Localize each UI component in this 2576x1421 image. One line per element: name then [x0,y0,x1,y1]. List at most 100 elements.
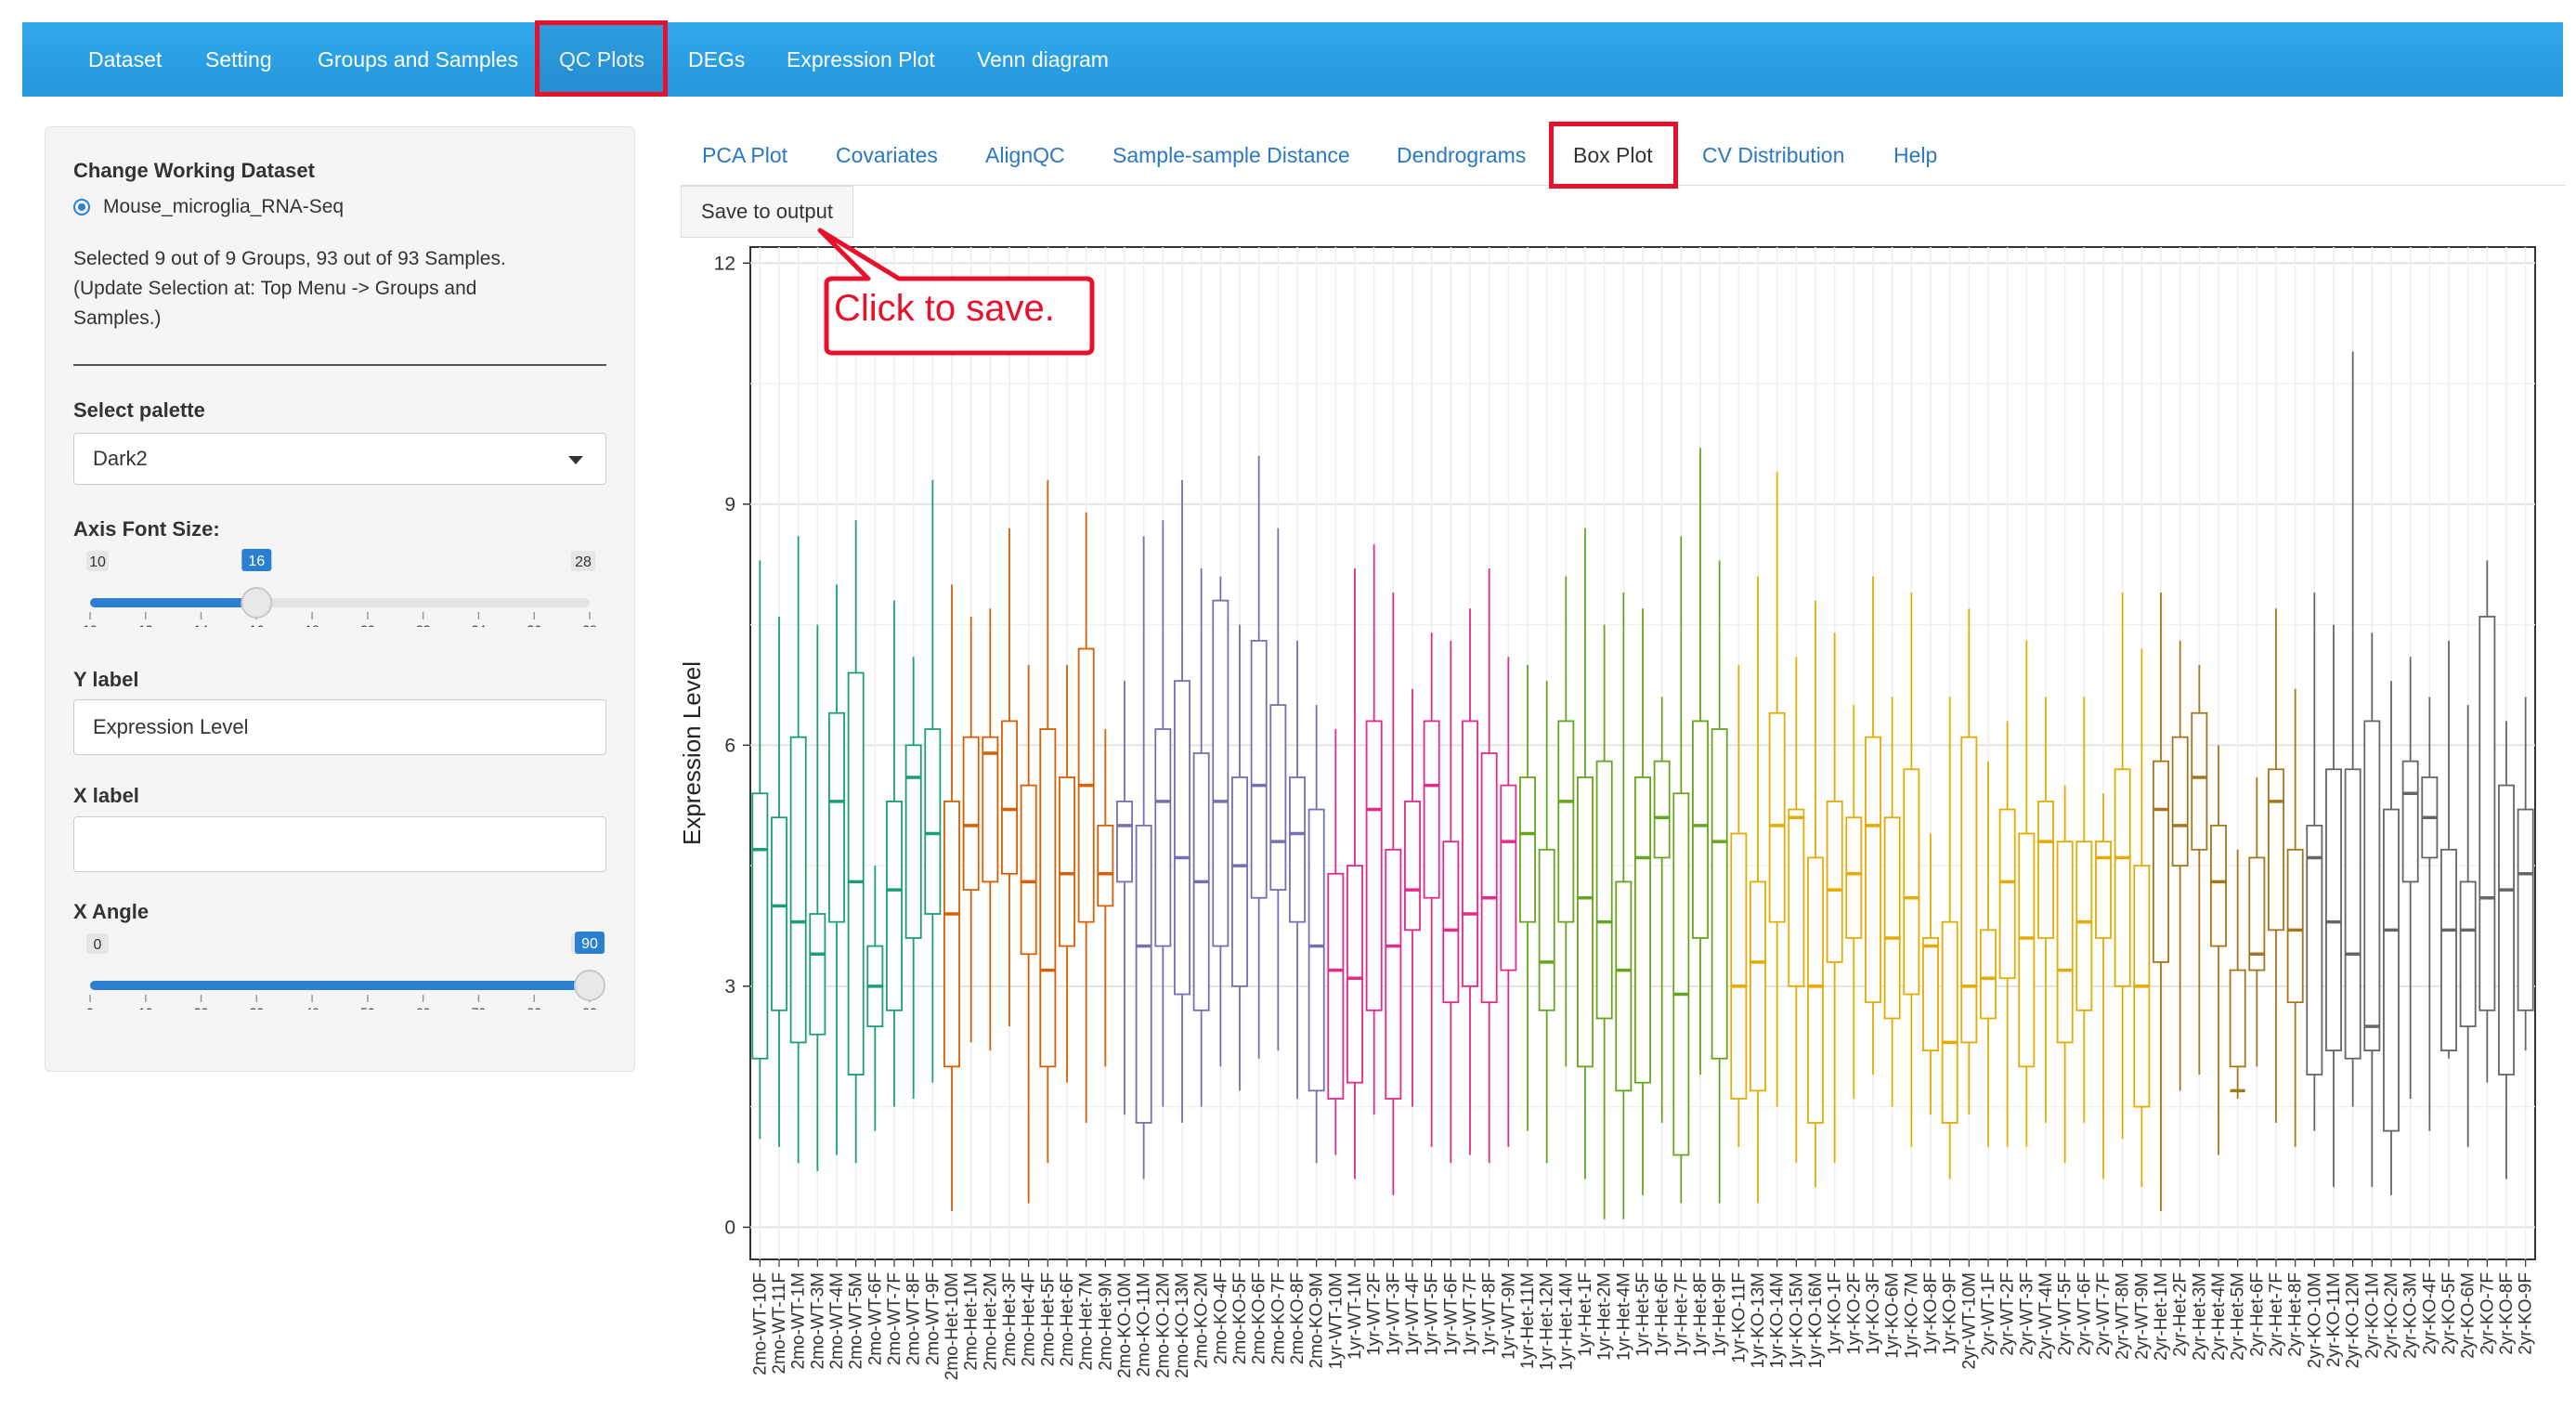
box [2210,824,2227,947]
x-tick-label: 2yr-KO-8F [2497,1272,2517,1355]
x-tick-label: 2yr-WT-5F [2056,1272,2075,1356]
box [1557,720,1575,923]
x-tick-label: 2mo-KO-2M [1192,1272,1212,1368]
x-tick-label: 1yr-KO-3F [1864,1272,1883,1355]
x-tick-label: 2mo-Het-10M [943,1272,962,1380]
x-tick-label: 2mo-KO-6F [1250,1272,1269,1364]
x-tick-label: 2yr-WT-7F [2094,1272,2114,1356]
box [1519,776,1536,923]
x-tick-label: 1yr-WT-4F [1403,1272,1423,1356]
x-tick-label: 2yr-KO-12M [2344,1272,2363,1368]
y-tick-label: 12 [714,253,735,274]
box [1903,768,1920,996]
x-tick-label: 1yr-Het-9F [1711,1272,1730,1357]
box [2018,832,2036,1068]
box [1538,848,1555,1011]
y-axis-title: Expression Level [678,661,706,845]
box [2268,768,2284,932]
x-tick-label: 2yr-WT-8M [2114,1272,2133,1360]
y-tick-label: 0 [724,1217,735,1238]
x-tick-label: 2mo-Het-6F [1058,1272,1077,1366]
x-tick-label: 2yr-Het-6F [2247,1272,2267,1357]
x-tick-label: 2mo-KO-10M [1115,1272,1135,1378]
x-tick-label: 1yr-Het-2M [1595,1272,1615,1361]
box [1998,808,2016,980]
x-tick-label: 2mo-Het-2M [981,1272,1000,1371]
x-tick-label: 1yr-Het-6F [1653,1272,1672,1357]
x-tick-label: 1yr-KO-13M [1749,1272,1768,1368]
box [1865,736,1881,1004]
x-tick-label: 2mo-KO-13M [1173,1272,1192,1378]
x-tick-label: 2yr-KO-6M [2459,1272,2478,1359]
box [1135,824,1152,1124]
box [1711,728,1728,1060]
x-tick-label: 1yr-WT-5F [1423,1272,1442,1356]
x-tick-label: 2yr-KO-2M [2382,1272,2401,1359]
box [1883,816,1901,1020]
box [1231,776,1248,987]
box [1365,720,1383,1011]
box [1385,848,1402,1100]
x-tick-label: 2mo-Het-1M [962,1272,982,1371]
box [2075,841,2093,1011]
box [2401,760,2419,883]
x-tick-label: 2mo-KO-11M [1135,1272,1154,1377]
x-tick-label: 2yr-KO-11M [2324,1272,2344,1367]
x-tick-label: 2yr-KO-1M [2362,1272,2382,1359]
y-tick-label: 3 [724,976,735,997]
box [1634,776,1651,1084]
x-tick-label: 2yr-WT-2F [1998,1272,2018,1356]
x-tick-label: 1yr-KO-1F [1826,1272,1845,1355]
box [982,736,999,883]
x-tick-label: 2mo-KO-7F [1268,1272,1288,1364]
x-tick-label: 2mo-Het-3F [1000,1272,1020,1366]
x-tick-label: 2mo-WT-4M [827,1272,847,1370]
x-tick-label: 2yr-WT-1F [1979,1272,1998,1356]
x-tick-label: 2yr-WT-10M [1959,1272,1979,1370]
box [2498,784,2515,1076]
x-tick-label: 1yr-WT-10M [1326,1272,1346,1370]
box [828,711,845,923]
box [1595,760,1613,1020]
box [1500,784,1517,971]
box [924,728,942,915]
box [904,744,922,939]
x-tick-label: 2yr-Het-1M [2152,1272,2171,1361]
x-tick-label: 2yr-WT-3F [2017,1272,2036,1356]
box [1404,801,1421,932]
box [2325,768,2342,1051]
box [1289,776,1306,923]
box [1116,801,1133,883]
x-tick-label: 2mo-KO-5F [1230,1272,1250,1364]
box [1347,865,1363,1084]
box [2286,848,2304,1004]
box [1059,776,1075,947]
box [1442,841,1460,1004]
box [1980,929,1997,1020]
box [1212,599,1229,947]
box [2440,848,2457,1051]
x-tick-label: 1yr-WT-7F [1461,1272,1480,1356]
box [2517,808,2534,1011]
box [2171,736,2189,867]
box [1462,720,1478,987]
box [1327,872,1345,1100]
x-tick-label: 2yr-KO-5F [2439,1272,2459,1355]
x-tick-label: 2yr-KO-3M [2401,1272,2421,1359]
x-tick-label: 2mo-WT-6F [865,1272,885,1365]
x-tick-label: 2yr-WT-9M [2132,1272,2152,1360]
box [1730,832,1748,1100]
box [962,736,980,891]
x-tick-label: 2mo-WT-7F [885,1272,904,1365]
x-tick-label: 1yr-WT-8F [1480,1272,1500,1356]
x-tick-label: 2mo-WT-10F [750,1272,770,1375]
box [1308,808,1325,1092]
box [886,801,903,1011]
x-tick-label: 1yr-Het-1F [1576,1272,1595,1357]
x-tick-label: 1yr-KO-7M [1902,1272,1921,1359]
x-tick-label: 2yr-KO-10M [2305,1272,2324,1368]
x-tick-label: 2mo-Het-9M [1096,1272,1115,1371]
x-tick-label: 1yr-Het-5F [1633,1272,1653,1357]
x-tick-label: 1yr-Het-8F [1691,1272,1711,1357]
box [1672,792,1690,1156]
